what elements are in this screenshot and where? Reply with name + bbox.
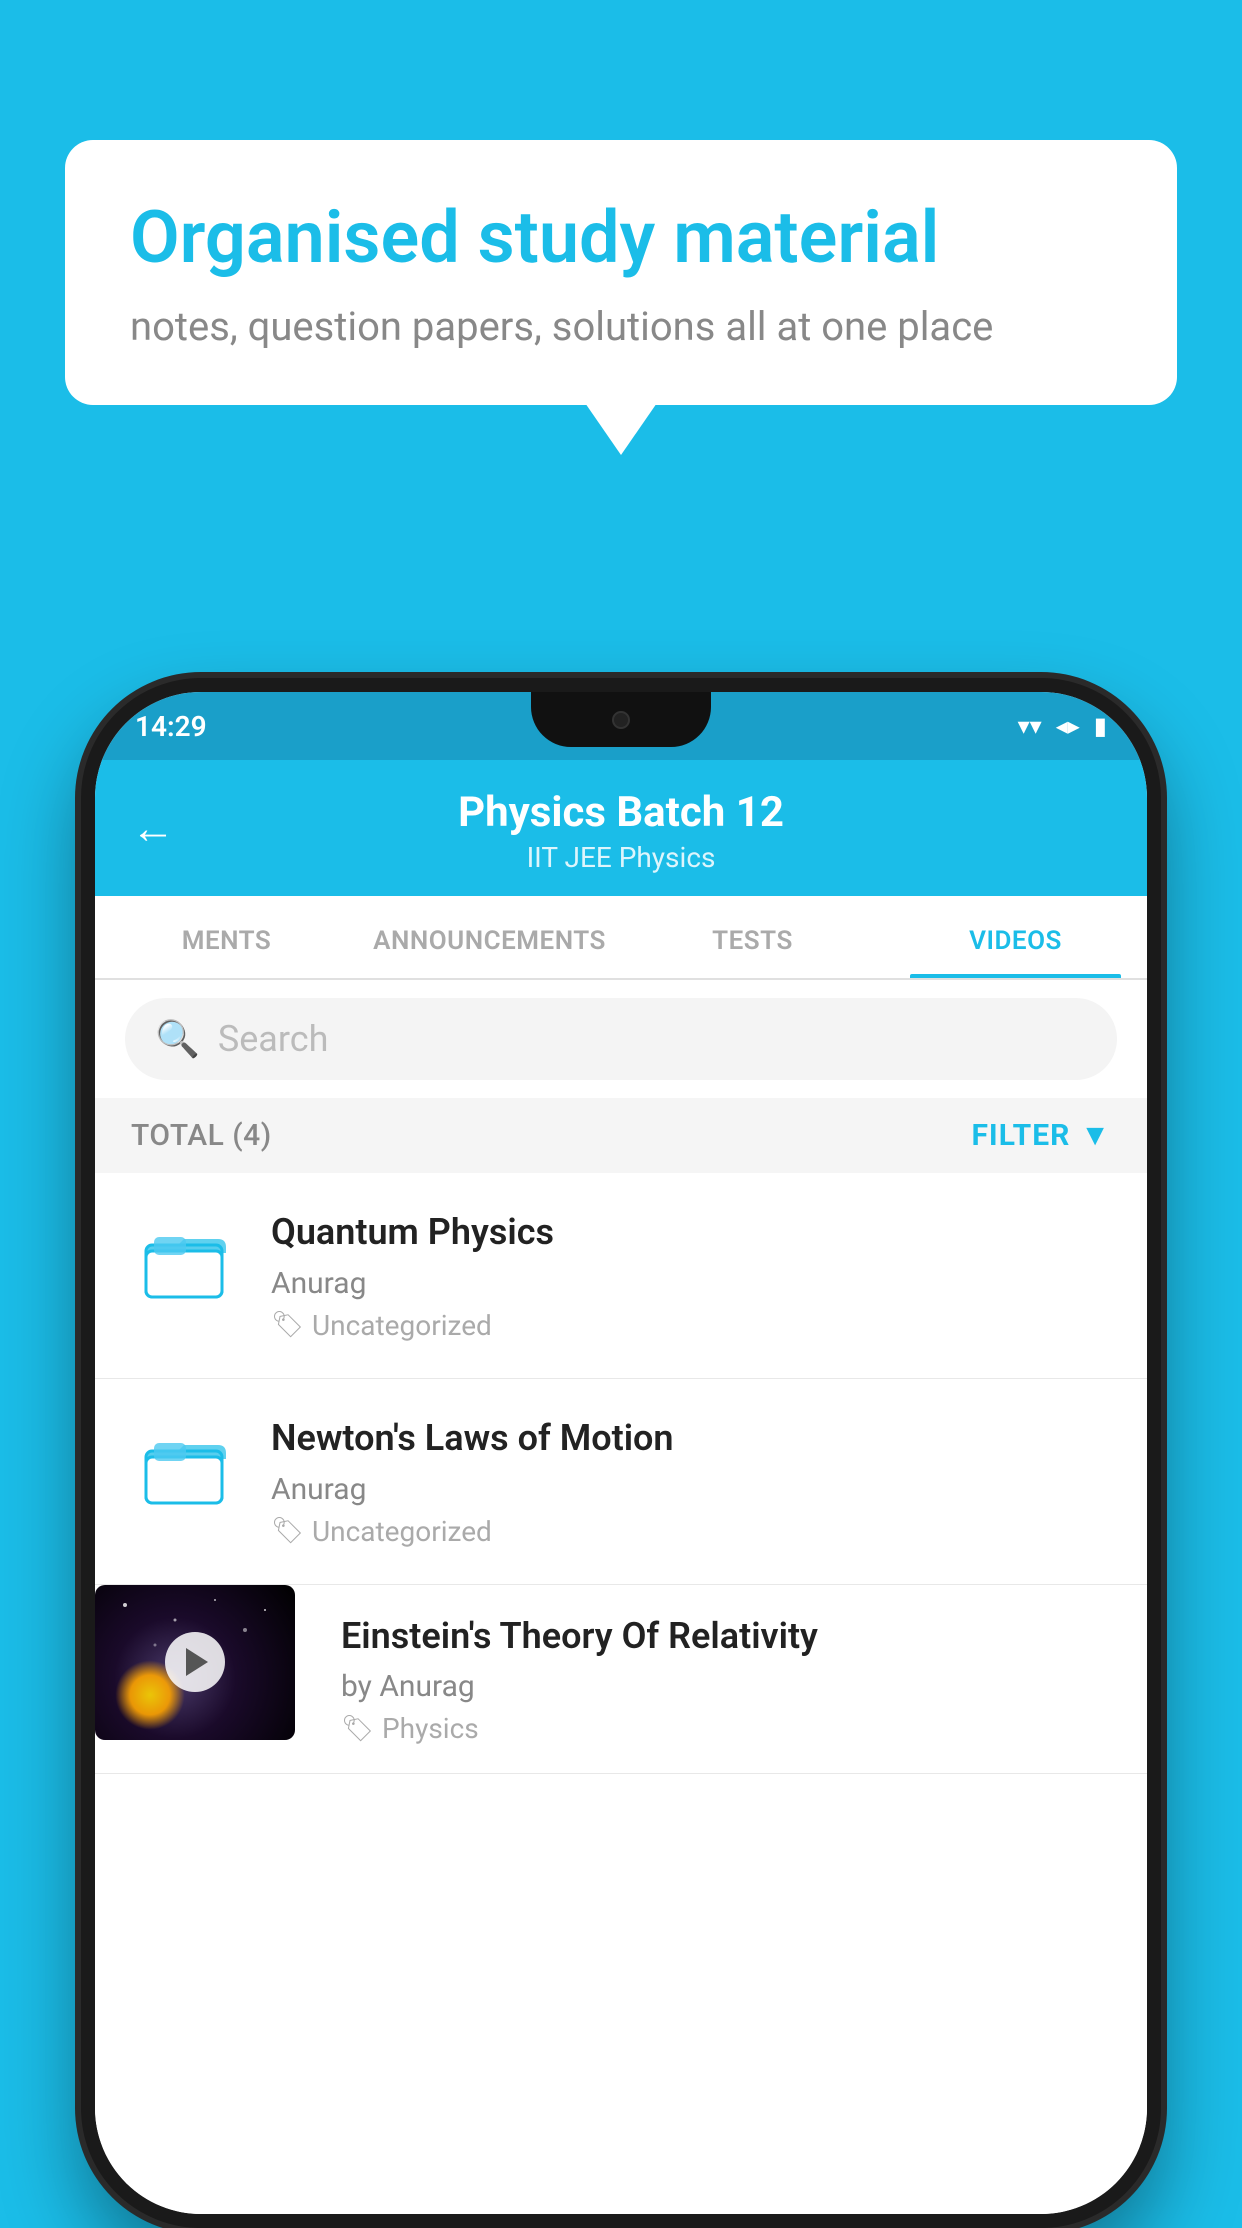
tag-icon: 🏷: [271, 1516, 304, 1546]
item-author: Anurag: [271, 1472, 1111, 1507]
list-item[interactable]: Quantum Physics Anurag 🏷 Uncategorized: [95, 1173, 1147, 1379]
battery-icon: ▮: [1094, 712, 1107, 740]
status-bar: 14:29 ▾▾ ◂▸ ▮: [95, 692, 1147, 760]
app-header: ← Physics Batch 12 IIT JEE Physics: [95, 760, 1147, 896]
bubble-title: Organised study material: [130, 195, 1112, 281]
bubble-subtitle: notes, question papers, solutions all at…: [130, 303, 1112, 350]
tab-tests[interactable]: TESTS: [621, 896, 884, 978]
play-button[interactable]: [165, 1632, 225, 1692]
filter-button[interactable]: FILTER ▼: [971, 1118, 1111, 1153]
item-thumbnail-area: [131, 1415, 241, 1511]
tabs-bar: MENTS ANNOUNCEMENTS TESTS VIDEOS: [95, 896, 1147, 980]
wifi-icon: ▾▾: [1018, 712, 1042, 740]
item-author: Anurag: [271, 1266, 1111, 1301]
filter-funnel-icon: ▼: [1080, 1118, 1111, 1153]
item-thumbnail-area: [131, 1209, 241, 1305]
item-title: Quantum Physics: [271, 1209, 1111, 1256]
list-item[interactable]: Einstein's Theory Of Relativity by Anura…: [95, 1585, 1147, 1775]
phone-frame: 14:29 ▾▾ ◂▸ ▮ ← Physics Batch 12 IIT JEE…: [81, 678, 1161, 2228]
item-tag: 🏷 Uncategorized: [271, 1309, 1111, 1342]
item-title: Einstein's Theory Of Relativity: [341, 1613, 1083, 1660]
search-placeholder: Search: [218, 1018, 329, 1060]
video-list: Quantum Physics Anurag 🏷 Uncategorized: [95, 1173, 1147, 2214]
tag-icon: 🏷: [271, 1310, 304, 1340]
tab-ments[interactable]: MENTS: [95, 896, 358, 978]
play-triangle-icon: [186, 1648, 208, 1676]
camera-dot: [612, 711, 630, 729]
notch: [531, 692, 711, 747]
search-icon: 🔍: [155, 1018, 200, 1060]
header-subtitle: IIT JEE Physics: [135, 841, 1107, 874]
status-icons: ▾▾ ◂▸ ▮: [1018, 712, 1107, 740]
tab-announcements[interactable]: ANNOUNCEMENTS: [358, 896, 621, 978]
folder-icon: [142, 1217, 230, 1305]
folder-icon: [142, 1423, 230, 1511]
app-screen: 14:29 ▾▾ ◂▸ ▮ ← Physics Batch 12 IIT JEE…: [95, 692, 1147, 2214]
status-time: 14:29: [135, 710, 207, 743]
item-author: by Anurag: [341, 1669, 1083, 1704]
total-count: TOTAL (4): [131, 1118, 272, 1153]
item-title: Newton's Laws of Motion: [271, 1415, 1111, 1462]
filter-bar: TOTAL (4) FILTER ▼: [95, 1098, 1147, 1173]
item-tag: 🏷 Physics: [341, 1712, 1083, 1745]
item-info: Quantum Physics Anurag 🏷 Uncategorized: [271, 1209, 1111, 1342]
item-thumbnail-image: [95, 1585, 295, 1740]
speech-bubble-container: Organised study material notes, question…: [65, 140, 1177, 405]
list-item[interactable]: Newton's Laws of Motion Anurag 🏷 Uncateg…: [95, 1379, 1147, 1585]
back-button[interactable]: ←: [131, 802, 175, 854]
header-title: Physics Batch 12: [135, 788, 1107, 837]
search-bar[interactable]: 🔍 Search: [125, 998, 1117, 1080]
item-tag: 🏷 Uncategorized: [271, 1515, 1111, 1548]
speech-bubble: Organised study material notes, question…: [65, 140, 1177, 405]
signal-icon: ◂▸: [1056, 712, 1080, 740]
search-container: 🔍 Search: [95, 980, 1147, 1098]
tag-icon: 🏷: [341, 1714, 374, 1744]
item-info: Einstein's Theory Of Relativity by Anura…: [325, 1585, 1111, 1774]
item-info: Newton's Laws of Motion Anurag 🏷 Uncateg…: [271, 1415, 1111, 1548]
tab-videos[interactable]: VIDEOS: [884, 896, 1147, 978]
